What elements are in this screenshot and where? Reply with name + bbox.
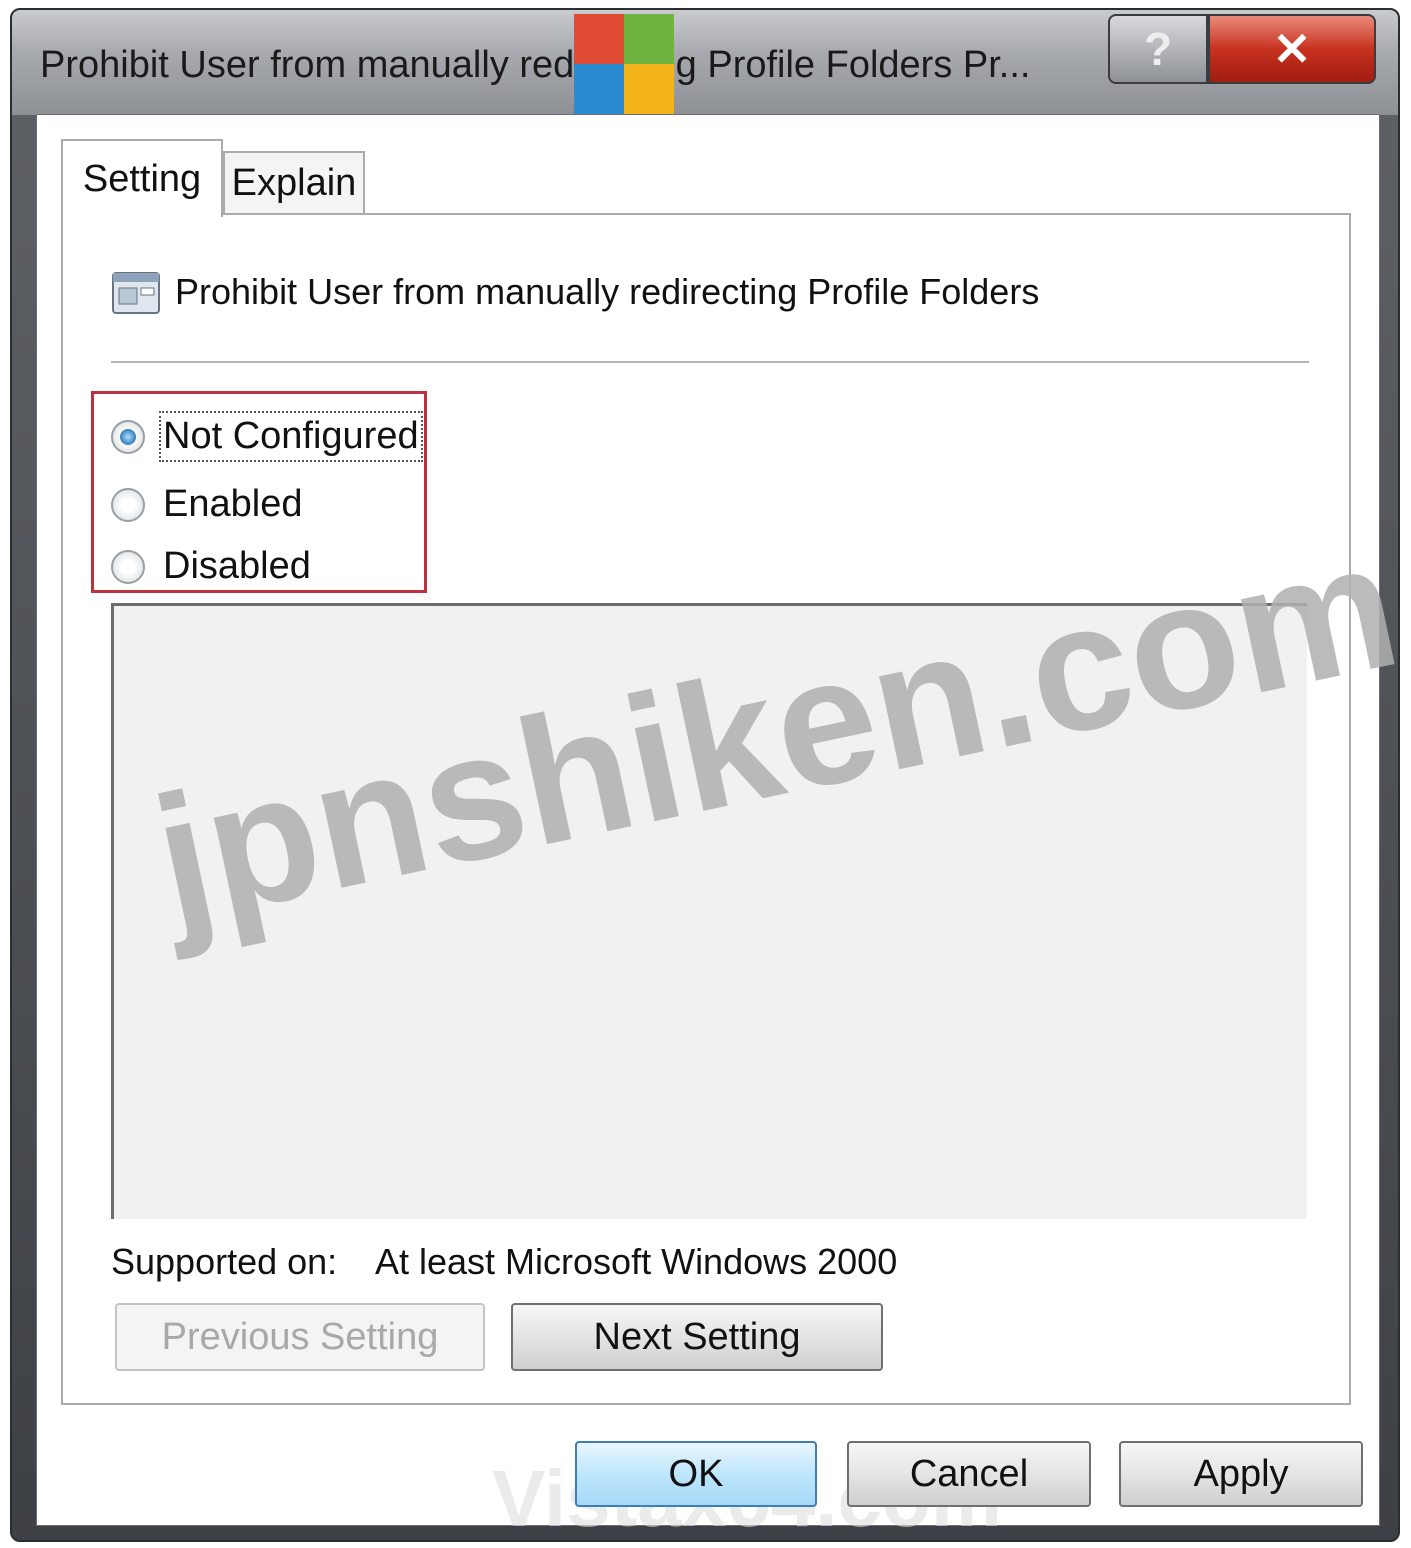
radio-enabled-label[interactable]: Enabled [163,483,302,526]
radio-enabled-button[interactable] [111,487,145,522]
separator [111,361,1309,363]
supported-on-label: Supported on: [111,1241,338,1282]
radio-disabled-label[interactable]: Disabled [163,545,311,588]
title-bar[interactable]: Prohibit User from manually redirecting … [12,10,1398,115]
supported-on-value: At least Microsoft Windows 2000 [375,1241,898,1282]
next-setting-button[interactable]: Next Setting [511,1303,883,1371]
window-title: Prohibit User from manually redirecting … [40,44,1031,86]
apply-button[interactable]: Apply [1119,1441,1363,1507]
radio-not-configured-label[interactable]: Not Configured [159,411,423,462]
cancel-button[interactable]: Cancel [847,1441,1091,1507]
previous-setting-button[interactable]: Previous Setting [115,1303,485,1371]
radio-disabled-button[interactable] [111,549,145,584]
policy-title: Prohibit User from manually redirecting … [175,271,1040,312]
radio-not-configured-button[interactable] [111,419,145,454]
ok-button[interactable]: OK [575,1441,817,1507]
radio-enabled[interactable]: Enabled [111,483,302,526]
windows-logo-icon [574,14,674,116]
radio-not-configured[interactable]: Not Configured [111,411,423,462]
tab-explain[interactable]: Explain [223,151,365,213]
help-button[interactable]: ? [1108,14,1208,84]
close-button[interactable]: ✕ [1208,14,1376,84]
tab-setting[interactable]: Setting [61,139,223,217]
policy-setting-icon [112,272,160,314]
radio-disabled[interactable]: Disabled [111,545,311,588]
